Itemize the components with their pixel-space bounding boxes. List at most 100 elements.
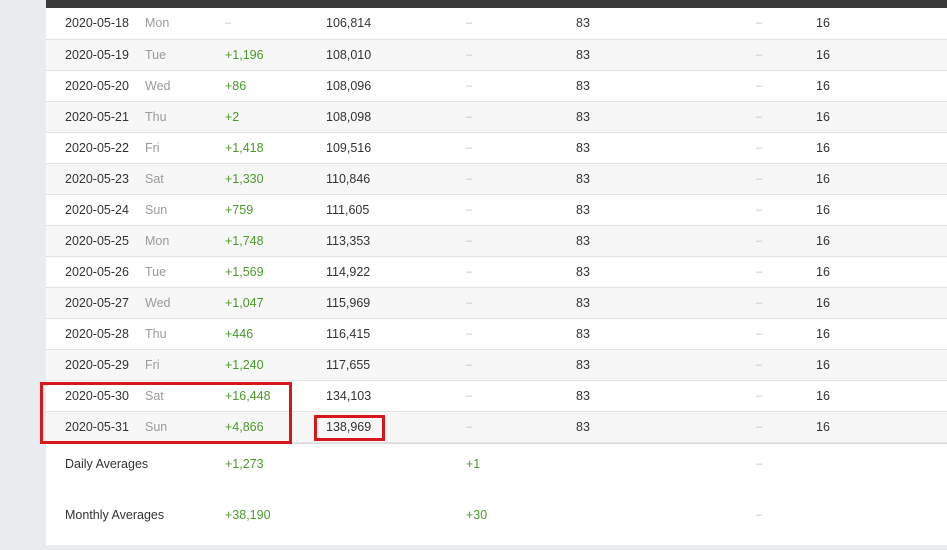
date-cell: 2020-05-28 [65,327,129,341]
weekday-cell: Mon [145,16,170,30]
change-cell: – [225,17,232,29]
change-cell: +446 [225,327,254,341]
value-cell-2: 83 [576,327,590,341]
total-cell: 134,103 [326,389,372,403]
change-cell: +2 [225,110,240,124]
date-cell: 2020-05-26 [65,265,129,279]
value-cell-2: 83 [576,172,590,186]
change-cell: +1,196 [225,48,264,62]
value-cell-2: 83 [576,296,590,310]
change-cell-3: – [756,17,763,29]
change-cell-2: – [466,359,473,371]
date-cell: 2020-05-31 [65,420,129,434]
weekday-cell: Thu [145,327,167,341]
total-cell: 114,922 [326,265,371,279]
value-cell-2: 83 [576,358,590,372]
change-cell-2: – [466,142,473,154]
change-cell-3: – [756,80,763,92]
value-cell-2: 83 [576,234,590,248]
value-cell-3: 16 [816,141,830,155]
change-cell: +1,330 [225,172,264,186]
change-cell-2: – [466,17,473,29]
page: 2020-05-18 Mon – 106,814 – 83 – 16 2020-… [0,0,947,550]
date-cell: 2020-05-21 [65,110,129,124]
change-cell-2: – [466,266,473,278]
weekday-cell: Wed [145,79,171,93]
total-cell: 138,969 [326,420,372,434]
date-cell: 2020-05-29 [65,358,129,372]
table-row: 2020-05-31 Sun +4,866 138,969 – 83 – 16 [46,412,947,443]
date-cell: 2020-05-19 [65,48,129,62]
date-cell: 2020-05-25 [65,234,129,248]
total-cell: 110,846 [326,172,371,186]
total-cell: 116,415 [326,327,371,341]
date-cell: 2020-05-30 [65,389,129,403]
weekday-cell: Wed [145,296,171,310]
daily-averages-growth: +1 [466,457,481,471]
daily-averages-change: +1,273 [225,457,264,471]
change-cell-3: – [756,390,763,402]
value-cell-3: 16 [816,389,830,403]
value-cell-2: 83 [576,389,590,403]
change-cell-2: – [466,80,473,92]
date-cell: 2020-05-23 [65,172,129,186]
value-cell-3: 16 [816,110,830,124]
total-cell: 106,814 [326,16,372,30]
monthly-averages-growth: +30 [466,508,488,522]
change-cell-3: – [756,142,763,154]
weekday-cell: Thu [145,110,167,124]
table-row: 2020-05-30 Sat +16,448 134,103 – 83 – 16 [46,381,947,412]
change-cell-2: – [466,390,473,402]
table-row: 2020-05-25 Mon +1,748 113,353 – 83 – 16 [46,226,947,257]
value-cell-2: 83 [576,16,590,30]
date-cell: 2020-05-24 [65,203,129,217]
change-cell-3: – [756,359,763,371]
value-cell-2: 83 [576,141,590,155]
change-cell-2: – [466,49,473,61]
total-cell: 108,098 [326,110,372,124]
change-cell: +1,240 [225,358,264,372]
table-row: 2020-05-18 Mon – 106,814 – 83 – 16 [46,8,947,40]
table-row: 2020-05-20 Wed +86 108,096 – 83 – 16 [46,71,947,102]
change-cell-3: – [756,297,763,309]
daily-averages-label: Daily Averages [65,457,149,471]
change-cell-3: – [756,111,763,123]
daily-averages-row: Daily Averages +1,273 +1 – [46,443,947,496]
total-cell: 115,969 [326,296,371,310]
value-cell-3: 16 [816,172,830,186]
table-row: 2020-05-27 Wed +1,047 115,969 – 83 – 16 [46,288,947,319]
value-cell-2: 83 [576,203,590,217]
monthly-averages-dash: – [756,509,763,521]
weekday-cell: Sat [145,172,164,186]
value-cell-3: 16 [816,296,830,310]
table-row: 2020-05-26 Tue +1,569 114,922 – 83 – 16 [46,257,947,288]
change-cell-3: – [756,204,763,216]
change-cell: +1,748 [225,234,264,248]
change-cell-3: – [756,49,763,61]
value-cell-3: 16 [816,48,830,62]
value-cell-2: 83 [576,79,590,93]
value-cell-3: 16 [816,234,830,248]
total-cell: 111,605 [326,203,370,217]
table-row: 2020-05-21 Thu +2 108,098 – 83 – 16 [46,102,947,133]
change-cell-2: – [466,297,473,309]
value-cell-2: 83 [576,265,590,279]
table-header-bar [46,0,947,8]
value-cell-2: 83 [576,420,590,434]
change-cell-3: – [756,266,763,278]
value-cell-3: 16 [816,16,830,30]
weekday-cell: Mon [145,234,170,248]
change-cell-3: – [756,173,763,185]
change-cell-2: – [466,173,473,185]
total-cell: 113,353 [326,234,371,248]
table-row: 2020-05-28 Thu +446 116,415 – 83 – 16 [46,319,947,350]
table-row: 2020-05-23 Sat +1,330 110,846 – 83 – 16 [46,164,947,195]
change-cell: +4,866 [225,420,264,434]
stats-table-panel: 2020-05-18 Mon – 106,814 – 83 – 16 2020-… [46,0,947,545]
weekday-cell: Fri [145,141,160,155]
change-cell-3: – [756,235,763,247]
change-cell-2: – [466,421,473,433]
date-cell: 2020-05-20 [65,79,129,93]
value-cell-3: 16 [816,327,830,341]
value-cell-2: 83 [576,110,590,124]
